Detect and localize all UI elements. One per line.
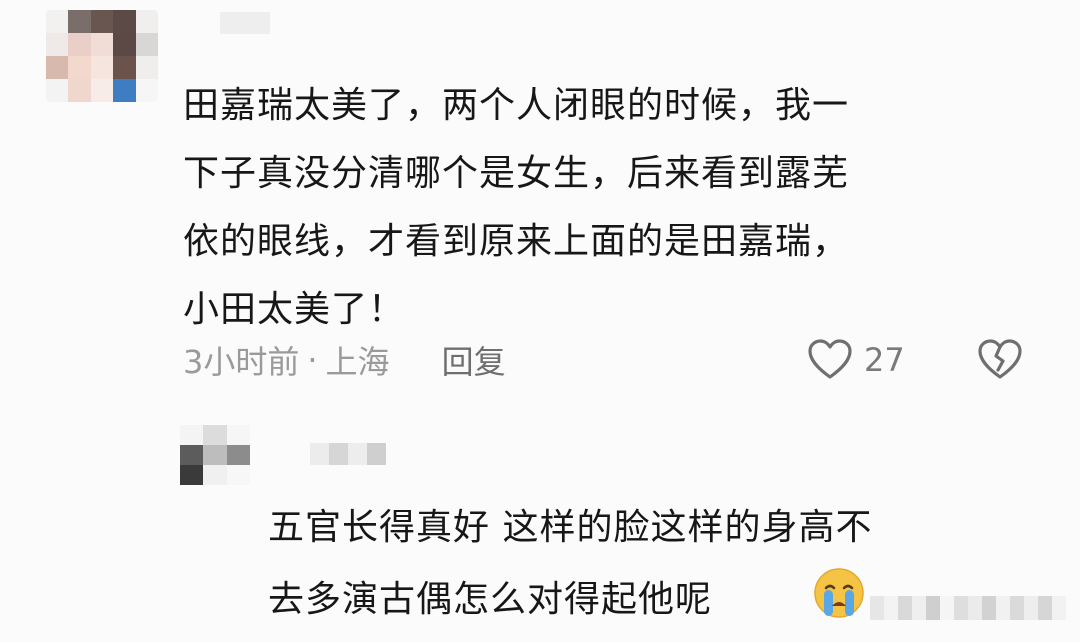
heart-outline-icon[interactable] [806, 337, 854, 381]
comment-line: 田嘉瑞太美了，两个人闭眼的时候，我一 [183, 85, 850, 126]
crying-face-icon [814, 568, 864, 618]
reply-line: 五官长得真好 这样的脸这样的身高不 [268, 507, 873, 548]
like-count: 27 [864, 341, 905, 379]
meta-separator: · [307, 341, 318, 379]
watermark-blurred [870, 596, 1066, 620]
comment-body: 田嘉瑞太美了，两个人闭眼的时候，我一 下子真没分清哪个是女生，后来看到露芜 依的… [183, 72, 1023, 344]
commenter-name-blurred[interactable] [220, 12, 270, 34]
comment-location: 上海 [325, 343, 390, 381]
replier-name-blurred[interactable] [310, 443, 386, 465]
comment-meta: 3小时前 · 上海 回复 [183, 336, 506, 384]
broken-heart-icon[interactable] [976, 337, 1024, 381]
comment-time: 3小时前 [183, 343, 300, 381]
comment-line: 下子真没分清哪个是女生，后来看到露芜 [183, 153, 850, 194]
comment-line: 小田太美了！ [183, 289, 406, 330]
replier-avatar[interactable] [180, 425, 250, 485]
comment-line: 依的眼线，才看到原来上面的是田嘉瑞， [183, 221, 850, 262]
reply-button[interactable]: 回复 [442, 337, 506, 383]
commenter-avatar[interactable] [46, 10, 158, 102]
